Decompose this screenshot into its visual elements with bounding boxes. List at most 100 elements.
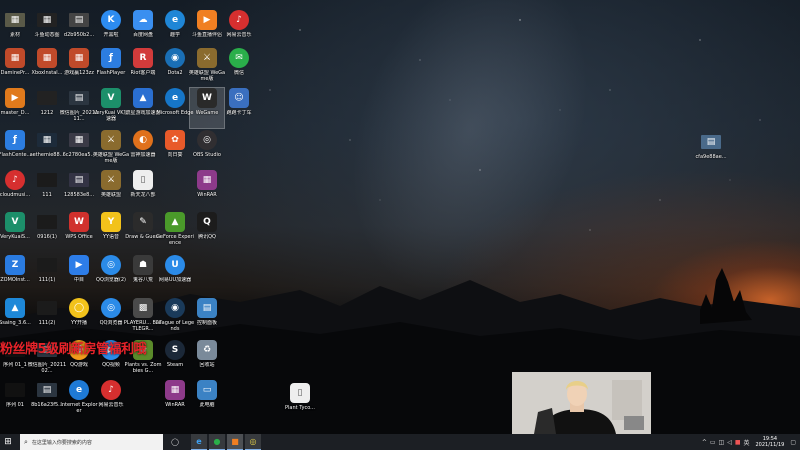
desktop-icon-item-29[interactable]: ✿ 向日葵 xyxy=(158,130,192,170)
desktop-icon-label: 跑跑卡丁车 xyxy=(226,110,252,116)
desktop-icon-winrar[interactable]: ▦ WinRAR xyxy=(158,380,192,420)
desktop-icon-label: OBS Studio xyxy=(193,152,221,158)
desktop-icon-label: 控制面板 xyxy=(196,320,217,326)
desktop-icon-flashplayer[interactable]: ƒ FlashPlayer xyxy=(94,48,128,88)
desktop-icon-flashcente[interactable]: ƒ FlashCente... xyxy=(0,130,32,170)
desktop-icon-2021111[interactable]: ▤ 微信图片_2021111... xyxy=(60,88,98,128)
desktop-icon-wegame[interactable]: ⚔ 英雄联盟 WeGame版 xyxy=(93,130,129,170)
desktop-icon-verykuai-vk[interactable]: V VeryKuai VK加速器 xyxy=(93,88,129,128)
desktop-icon-item-35[interactable]: ▯ 新天龙八部 xyxy=(126,170,160,210)
desktop-icon-steam[interactable]: S Steam xyxy=(158,340,192,380)
desktop-icon-verykuais[interactable]: V VeryKuaiS... xyxy=(0,212,32,252)
start-button[interactable]: ⊞ xyxy=(0,434,16,450)
desktop-icon-cloudmusi[interactable]: ♪ cloudmusi... xyxy=(0,170,32,210)
desktop-icon-plant-tyco[interactable]: ▯ Plant Tyco... xyxy=(283,383,317,423)
tray-network-icon[interactable]: ◫ xyxy=(719,439,725,446)
desktop-icon-qq-2[interactable]: ◎ QQ浏览器(2) xyxy=(94,255,128,295)
desktop-icon-qq[interactable]: ◎ QQ浏览器 xyxy=(94,298,128,338)
tray-keyboard-icon[interactable]: ▭ xyxy=(710,439,716,446)
desktop-icon-zomoinst[interactable]: Z ZOMOInst... xyxy=(0,255,32,295)
desktop-icon-123zz[interactable]: ▦ 游戏赢123zz xyxy=(62,48,96,88)
desktop-icon-item-46[interactable]: ▶ 中目 xyxy=(62,255,96,295)
desktop-icon-item-3[interactable]: K 开黑啦 xyxy=(94,10,128,50)
desktop-icon-item-28[interactable]: ◐ 雷神加速器 xyxy=(126,130,160,170)
desktop-icon-item-20[interactable]: ▲ 流星游戏加速器 xyxy=(125,88,161,128)
desktop-icon-0916-1[interactable]: 0916(1) xyxy=(30,212,64,252)
desktop-icon-riot[interactable]: R Riot客户端 xyxy=(126,48,160,88)
desktop-icon-uu[interactable]: U 网易UU加速器 xyxy=(158,255,192,295)
item-56-icon: ▤ xyxy=(197,298,217,318)
desktop-icon-cfa9e88ae[interactable]: ▤ cfa9e88ae... xyxy=(694,132,728,172)
desktop-icon-master-d[interactable]: ▶ master_D... xyxy=(0,88,32,128)
master-d-icon: ▶ xyxy=(5,88,25,108)
tray-app-icon[interactable]: ■ xyxy=(735,439,741,446)
desktop-icon-item-15[interactable]: ✉ 微信 xyxy=(222,48,256,88)
desktop-icon-geforce-experience[interactable]: ▲ GeForce Experience xyxy=(156,212,194,252)
desktop-icon-128583e8[interactable]: ▤ 128583e8... xyxy=(62,170,96,210)
tray-overflow-chevron-icon[interactable]: ^ xyxy=(702,439,707,446)
desktop-icon-wps-office[interactable]: W WPS Office xyxy=(62,212,96,252)
desktop-icon-wegame[interactable]: W WeGame xyxy=(189,87,225,129)
desktop-icon-winrar[interactable]: ▦ WinRAR xyxy=(190,170,224,210)
desktop-icon-111-2[interactable]: 111(2) xyxy=(30,298,64,338)
douyu-taskbar-button[interactable]: ■ xyxy=(227,434,243,450)
111-icon xyxy=(37,173,57,187)
riot-icon: R xyxy=(133,48,153,68)
desktop-icon-item-7[interactable]: ♪ 网易云音乐 xyxy=(222,10,256,50)
desktop-icon-wegame[interactable]: ⚔ 英雄联盟 WeGame版 xyxy=(189,48,225,88)
desktop-icon-item-63[interactable]: ♻ 回收站 xyxy=(190,340,224,380)
desktop-icon-item-23[interactable]: ☺ 跑跑卡丁车 xyxy=(222,88,256,128)
qq-icon: ◎ xyxy=(101,298,121,318)
taskbar-clock[interactable]: 19:54 2021/11/19 xyxy=(756,436,785,448)
tray-volume-icon[interactable]: ◁ xyxy=(727,439,732,446)
desktop-icon-playeru-battlegr[interactable]: ▩ PLAYERU... BATTLEGR... xyxy=(124,298,162,338)
desktop-icon-label: Plant Tyco... xyxy=(285,405,315,411)
obs-taskbar-button[interactable]: ◎ xyxy=(245,434,261,450)
desktop-icon-1212[interactable]: 1212 xyxy=(30,88,64,128)
desktop-icon-xboxinstal[interactable]: ▦ XboxInstal... xyxy=(30,48,64,88)
desktop-icon-item-6[interactable]: ▶ 斗鱼直播伴侣 xyxy=(190,10,224,50)
desktop-icon-aethemie88[interactable]: ▦ aethemie88... xyxy=(30,130,64,170)
desktop-icon-item-34[interactable]: ⚔ 英雄联盟 xyxy=(94,170,128,210)
desktop-icon-obs-studio[interactable]: ◎ OBS Studio xyxy=(190,130,224,170)
desktop-icon-item-48[interactable]: ☗ 鬼谷八荒 xyxy=(126,255,160,295)
desktop-icon-01[interactable]: 序列 01 xyxy=(0,380,32,420)
item-46-icon: ▶ xyxy=(69,255,89,275)
desktop-icon-label: 网易云音乐 xyxy=(98,402,124,408)
desktop-icon-item-5[interactable]: e 趣学 xyxy=(158,10,192,50)
tray-ime-icon[interactable]: 英 xyxy=(743,438,749,447)
desktop-icon-league-of-legends[interactable]: ◉ League of Legends xyxy=(156,298,194,338)
01-icon xyxy=(5,383,25,397)
desktop-icon-111[interactable]: 111 xyxy=(30,170,64,210)
desktop-icon-microsoft-edge[interactable]: e Microsoft Edge xyxy=(157,88,193,128)
desktop-icon-item-4[interactable]: ☁ 百度网盘 xyxy=(126,10,160,50)
desktop-icon-item-0[interactable]: ▦ 素材 xyxy=(0,10,32,50)
edge-taskbar-button[interactable]: e xyxy=(191,434,207,450)
desktop-icon-item-56[interactable]: ▤ 控制面板 xyxy=(190,298,224,338)
desktop-icon-label: cfa9e88ae... xyxy=(695,154,727,160)
desktop-icon-yy[interactable]: ◯ YY开播 xyxy=(62,298,96,338)
taskbar-search-box[interactable]: ⌕ 在这里输入你要搜索的内容 xyxy=(20,434,163,450)
item-69-icon: ▭ xyxy=(197,380,217,400)
desktop-icon-daminepr[interactable]: ▦ DaminePr... xyxy=(0,48,32,88)
notification-center-icon[interactable]: ▢ xyxy=(790,439,796,446)
desktop-icon-d2b950b2[interactable]: ▤ d2b950b2... xyxy=(62,10,96,50)
desktop-icon-6c2780ea5[interactable]: ▦ 6c2780ea5... xyxy=(62,130,96,170)
desktop-icon-item-1[interactable]: ▦ 斗鱼动态图 xyxy=(30,10,64,50)
desktop-icon-dota2[interactable]: ◉ Dota2 xyxy=(158,48,192,88)
desktop-icon-item-67[interactable]: ♪ 网易云音乐 xyxy=(94,380,128,420)
desktop-icon-yy[interactable]: Y YY语音 xyxy=(94,212,128,252)
desktop-icon-111-1[interactable]: 111(1) xyxy=(30,255,64,295)
desktop-icon-item-69[interactable]: ▭ 此电脑 xyxy=(190,380,224,420)
desktop-icon-qq[interactable]: Q 腾讯QQ xyxy=(190,212,224,252)
wechat-taskbar-button[interactable]: ● xyxy=(209,434,225,450)
winrar-icon: ▦ xyxy=(165,380,185,400)
obs-icon: ◎ xyxy=(249,437,257,446)
desktop-icon-internet-explorer[interactable]: e Internet Explorer xyxy=(60,380,98,420)
1212-icon xyxy=(37,91,57,105)
desktop-icon-draw-guess[interactable]: ✎ Draw & Guess xyxy=(125,212,161,252)
desktop-icon-8b16a23f5[interactable]: ▤ 8b16a23f5... xyxy=(30,380,64,420)
internet-explorer-icon: e xyxy=(69,380,89,400)
desktop-icon-ssaing-3-6[interactable]: ▲ Ssaing_3.6... xyxy=(0,298,32,338)
task-view-button[interactable]: ◯ xyxy=(167,434,183,450)
